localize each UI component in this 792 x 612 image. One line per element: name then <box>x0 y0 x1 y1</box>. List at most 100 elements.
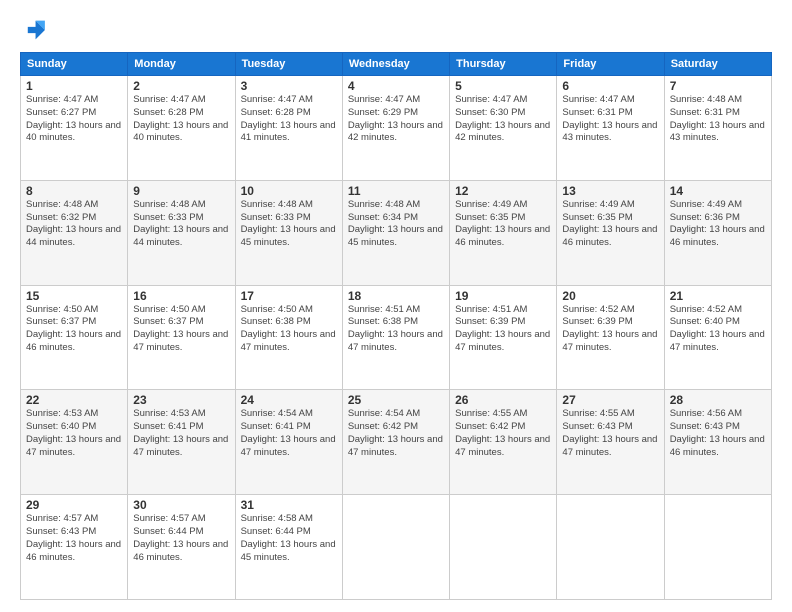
day-info: Sunrise: 4:54 AM Sunset: 6:42 PM Dayligh… <box>348 408 444 459</box>
calendar-cell: 27 Sunrise: 4:55 AM Sunset: 6:43 PM Dayl… <box>557 390 664 495</box>
day-number: 12 <box>455 184 551 198</box>
calendar-cell: 9 Sunrise: 4:48 AM Sunset: 6:33 PM Dayli… <box>128 180 235 285</box>
calendar-cell: 14 Sunrise: 4:49 AM Sunset: 6:36 PM Dayl… <box>664 180 771 285</box>
day-info: Sunrise: 4:58 AM Sunset: 6:44 PM Dayligh… <box>241 513 337 564</box>
calendar-cell: 26 Sunrise: 4:55 AM Sunset: 6:42 PM Dayl… <box>450 390 557 495</box>
day-number: 21 <box>670 289 766 303</box>
calendar-cell: 8 Sunrise: 4:48 AM Sunset: 6:32 PM Dayli… <box>21 180 128 285</box>
day-info: Sunrise: 4:49 AM Sunset: 6:35 PM Dayligh… <box>455 199 551 250</box>
calendar-week-row: 15 Sunrise: 4:50 AM Sunset: 6:37 PM Dayl… <box>21 285 772 390</box>
calendar-cell: 22 Sunrise: 4:53 AM Sunset: 6:40 PM Dayl… <box>21 390 128 495</box>
header-row: SundayMondayTuesdayWednesdayThursdayFrid… <box>21 53 772 76</box>
day-info: Sunrise: 4:47 AM Sunset: 6:28 PM Dayligh… <box>241 94 337 145</box>
day-number: 8 <box>26 184 122 198</box>
day-number: 10 <box>241 184 337 198</box>
calendar-cell: 20 Sunrise: 4:52 AM Sunset: 6:39 PM Dayl… <box>557 285 664 390</box>
generalblue-logo-icon <box>20 16 48 44</box>
calendar-cell: 2 Sunrise: 4:47 AM Sunset: 6:28 PM Dayli… <box>128 76 235 181</box>
day-number: 20 <box>562 289 658 303</box>
day-info: Sunrise: 4:51 AM Sunset: 6:39 PM Dayligh… <box>455 304 551 355</box>
calendar-cell: 10 Sunrise: 4:48 AM Sunset: 6:33 PM Dayl… <box>235 180 342 285</box>
day-number: 18 <box>348 289 444 303</box>
day-info: Sunrise: 4:51 AM Sunset: 6:38 PM Dayligh… <box>348 304 444 355</box>
calendar-cell: 4 Sunrise: 4:47 AM Sunset: 6:29 PM Dayli… <box>342 76 449 181</box>
day-number: 25 <box>348 393 444 407</box>
calendar-week-row: 22 Sunrise: 4:53 AM Sunset: 6:40 PM Dayl… <box>21 390 772 495</box>
day-info: Sunrise: 4:50 AM Sunset: 6:37 PM Dayligh… <box>133 304 229 355</box>
calendar-cell: 29 Sunrise: 4:57 AM Sunset: 6:43 PM Dayl… <box>21 495 128 600</box>
day-info: Sunrise: 4:56 AM Sunset: 6:43 PM Dayligh… <box>670 408 766 459</box>
day-header-wednesday: Wednesday <box>342 53 449 76</box>
day-number: 28 <box>670 393 766 407</box>
calendar-cell: 11 Sunrise: 4:48 AM Sunset: 6:34 PM Dayl… <box>342 180 449 285</box>
calendar-cell: 19 Sunrise: 4:51 AM Sunset: 6:39 PM Dayl… <box>450 285 557 390</box>
day-info: Sunrise: 4:49 AM Sunset: 6:35 PM Dayligh… <box>562 199 658 250</box>
day-info: Sunrise: 4:52 AM Sunset: 6:39 PM Dayligh… <box>562 304 658 355</box>
day-number: 30 <box>133 498 229 512</box>
day-info: Sunrise: 4:47 AM Sunset: 6:28 PM Dayligh… <box>133 94 229 145</box>
day-info: Sunrise: 4:50 AM Sunset: 6:38 PM Dayligh… <box>241 304 337 355</box>
calendar-cell: 31 Sunrise: 4:58 AM Sunset: 6:44 PM Dayl… <box>235 495 342 600</box>
calendar-cell <box>664 495 771 600</box>
calendar-cell: 15 Sunrise: 4:50 AM Sunset: 6:37 PM Dayl… <box>21 285 128 390</box>
day-number: 2 <box>133 79 229 93</box>
day-number: 17 <box>241 289 337 303</box>
day-number: 1 <box>26 79 122 93</box>
day-header-saturday: Saturday <box>664 53 771 76</box>
day-number: 14 <box>670 184 766 198</box>
day-number: 29 <box>26 498 122 512</box>
calendar-cell: 18 Sunrise: 4:51 AM Sunset: 6:38 PM Dayl… <box>342 285 449 390</box>
calendar-cell <box>557 495 664 600</box>
calendar-cell: 7 Sunrise: 4:48 AM Sunset: 6:31 PM Dayli… <box>664 76 771 181</box>
calendar-cell: 3 Sunrise: 4:47 AM Sunset: 6:28 PM Dayli… <box>235 76 342 181</box>
calendar-cell <box>342 495 449 600</box>
day-info: Sunrise: 4:50 AM Sunset: 6:37 PM Dayligh… <box>26 304 122 355</box>
day-info: Sunrise: 4:48 AM Sunset: 6:33 PM Dayligh… <box>241 199 337 250</box>
day-info: Sunrise: 4:55 AM Sunset: 6:43 PM Dayligh… <box>562 408 658 459</box>
calendar-week-row: 1 Sunrise: 4:47 AM Sunset: 6:27 PM Dayli… <box>21 76 772 181</box>
day-header-tuesday: Tuesday <box>235 53 342 76</box>
day-number: 15 <box>26 289 122 303</box>
day-info: Sunrise: 4:52 AM Sunset: 6:40 PM Dayligh… <box>670 304 766 355</box>
day-header-sunday: Sunday <box>21 53 128 76</box>
day-header-thursday: Thursday <box>450 53 557 76</box>
day-info: Sunrise: 4:47 AM Sunset: 6:27 PM Dayligh… <box>26 94 122 145</box>
calendar-cell: 5 Sunrise: 4:47 AM Sunset: 6:30 PM Dayli… <box>450 76 557 181</box>
day-info: Sunrise: 4:47 AM Sunset: 6:31 PM Dayligh… <box>562 94 658 145</box>
calendar-cell: 12 Sunrise: 4:49 AM Sunset: 6:35 PM Dayl… <box>450 180 557 285</box>
day-info: Sunrise: 4:47 AM Sunset: 6:29 PM Dayligh… <box>348 94 444 145</box>
calendar-cell: 25 Sunrise: 4:54 AM Sunset: 6:42 PM Dayl… <box>342 390 449 495</box>
calendar-cell: 30 Sunrise: 4:57 AM Sunset: 6:44 PM Dayl… <box>128 495 235 600</box>
day-number: 19 <box>455 289 551 303</box>
calendar-cell: 13 Sunrise: 4:49 AM Sunset: 6:35 PM Dayl… <box>557 180 664 285</box>
day-info: Sunrise: 4:49 AM Sunset: 6:36 PM Dayligh… <box>670 199 766 250</box>
calendar-cell: 16 Sunrise: 4:50 AM Sunset: 6:37 PM Dayl… <box>128 285 235 390</box>
calendar-cell: 21 Sunrise: 4:52 AM Sunset: 6:40 PM Dayl… <box>664 285 771 390</box>
day-info: Sunrise: 4:55 AM Sunset: 6:42 PM Dayligh… <box>455 408 551 459</box>
day-info: Sunrise: 4:57 AM Sunset: 6:43 PM Dayligh… <box>26 513 122 564</box>
day-info: Sunrise: 4:48 AM Sunset: 6:31 PM Dayligh… <box>670 94 766 145</box>
day-info: Sunrise: 4:54 AM Sunset: 6:41 PM Dayligh… <box>241 408 337 459</box>
calendar-cell: 28 Sunrise: 4:56 AM Sunset: 6:43 PM Dayl… <box>664 390 771 495</box>
day-number: 13 <box>562 184 658 198</box>
day-number: 4 <box>348 79 444 93</box>
logo <box>20 16 52 44</box>
calendar-cell: 17 Sunrise: 4:50 AM Sunset: 6:38 PM Dayl… <box>235 285 342 390</box>
day-number: 24 <box>241 393 337 407</box>
day-number: 16 <box>133 289 229 303</box>
calendar-table: SundayMondayTuesdayWednesdayThursdayFrid… <box>20 52 772 600</box>
day-info: Sunrise: 4:47 AM Sunset: 6:30 PM Dayligh… <box>455 94 551 145</box>
day-number: 5 <box>455 79 551 93</box>
calendar-cell: 1 Sunrise: 4:47 AM Sunset: 6:27 PM Dayli… <box>21 76 128 181</box>
day-number: 23 <box>133 393 229 407</box>
calendar-cell: 23 Sunrise: 4:53 AM Sunset: 6:41 PM Dayl… <box>128 390 235 495</box>
day-number: 11 <box>348 184 444 198</box>
day-info: Sunrise: 4:48 AM Sunset: 6:33 PM Dayligh… <box>133 199 229 250</box>
day-number: 6 <box>562 79 658 93</box>
day-info: Sunrise: 4:53 AM Sunset: 6:40 PM Dayligh… <box>26 408 122 459</box>
day-number: 9 <box>133 184 229 198</box>
day-number: 26 <box>455 393 551 407</box>
day-number: 22 <box>26 393 122 407</box>
day-info: Sunrise: 4:53 AM Sunset: 6:41 PM Dayligh… <box>133 408 229 459</box>
calendar-cell: 6 Sunrise: 4:47 AM Sunset: 6:31 PM Dayli… <box>557 76 664 181</box>
